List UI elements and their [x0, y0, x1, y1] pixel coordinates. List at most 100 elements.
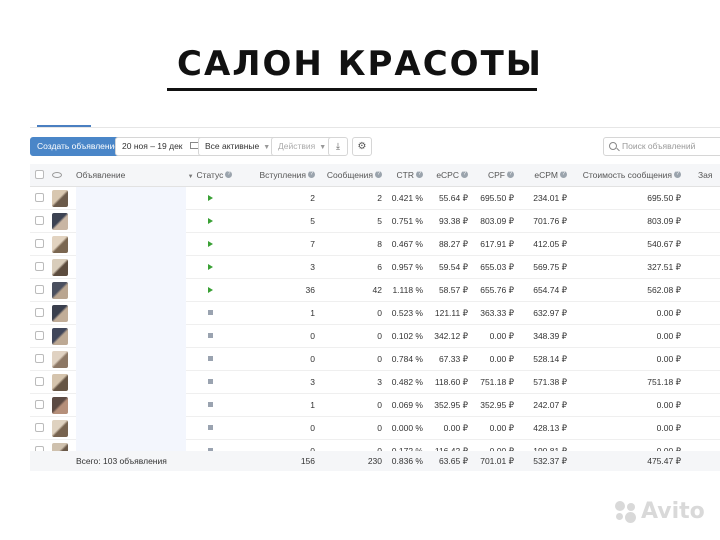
- table-row[interactable]: 2 2 0.421 % 55.64 ₽ 695.50 ₽ 234.01 ₽ 695.50 ₽: [30, 187, 720, 210]
- status-filter-select[interactable]: Все активные ▼: [198, 137, 278, 156]
- messages-cell: 0: [377, 423, 382, 433]
- cost-per-message-cell: 0.00 ₽: [656, 308, 681, 318]
- table-row[interactable]: 0 0 0.784 % 67.33 ₽ 0.00 ₽ 528.14 ₽ 0.00 ₽: [30, 348, 720, 371]
- settings-button[interactable]: ⚙: [352, 137, 372, 156]
- row-checkbox[interactable]: [35, 371, 45, 394]
- column-header-ecpm[interactable]: eCPM?: [517, 164, 567, 187]
- ad-name-redacted[interactable]: [76, 302, 186, 325]
- status-cell[interactable]: [180, 325, 240, 348]
- row-checkbox[interactable]: [35, 440, 45, 451]
- status-cell[interactable]: [180, 417, 240, 440]
- ad-thumbnail[interactable]: [52, 256, 70, 279]
- sort-arrow-icon: ▼: [187, 174, 194, 180]
- column-header-cpf[interactable]: CPF?: [471, 164, 514, 187]
- stopped-status-icon: [207, 402, 213, 408]
- row-checkbox[interactable]: [35, 210, 45, 233]
- ad-thumbnail[interactable]: [52, 348, 70, 371]
- row-checkbox[interactable]: [35, 417, 45, 440]
- stopped-status-icon: [207, 356, 213, 362]
- table-row[interactable]: 7 8 0.467 % 88.27 ₽ 617.91 ₽ 412.05 ₽ 540.67 ₽: [30, 233, 720, 256]
- search-placeholder: Поиск объявлений: [622, 141, 696, 151]
- status-cell[interactable]: [180, 394, 240, 417]
- ad-thumbnail[interactable]: [52, 440, 70, 451]
- search-input[interactable]: Поиск объявлений: [603, 137, 720, 156]
- row-checkbox[interactable]: [35, 394, 45, 417]
- status-cell[interactable]: [180, 233, 240, 256]
- status-cell[interactable]: [180, 302, 240, 325]
- cpf-cell: 803.09 ₽: [480, 216, 514, 226]
- row-checkbox[interactable]: [35, 233, 45, 256]
- row-checkbox[interactable]: [35, 187, 45, 210]
- ad-thumbnail[interactable]: [52, 417, 70, 440]
- table-row[interactable]: 0 0 0.000 % 0.00 ₽ 0.00 ₽ 428.13 ₽ 0.00 ₽: [30, 417, 720, 440]
- ad-thumbnail[interactable]: [52, 394, 70, 417]
- ad-image: [52, 236, 68, 253]
- ad-thumbnail[interactable]: [52, 187, 70, 210]
- status-cell[interactable]: [180, 279, 240, 302]
- actions-dropdown[interactable]: Действия ▼: [271, 137, 334, 156]
- table-row[interactable]: 1 0 0.523 % 121.11 ₽ 363.33 ₽ 632.97 ₽ 0.00 ₽: [30, 302, 720, 325]
- table-row[interactable]: 36 42 1.118 % 58.57 ₽ 655.76 ₽ 654.74 ₽ 562.08…: [30, 279, 720, 302]
- ad-name-redacted[interactable]: [76, 210, 186, 233]
- column-header-name[interactable]: Объявление: [76, 164, 186, 187]
- ad-name-redacted[interactable]: [76, 256, 186, 279]
- checkbox: [35, 400, 44, 410]
- status-cell[interactable]: [180, 371, 240, 394]
- row-checkbox[interactable]: [35, 279, 45, 302]
- column-header-cost-per-message[interactable]: Стоимость сообщения?: [570, 164, 681, 187]
- row-checkbox[interactable]: [35, 348, 45, 371]
- status-cell[interactable]: [180, 256, 240, 279]
- select-all-checkbox[interactable]: [35, 164, 45, 187]
- date-range-picker[interactable]: 20 ноя – 19 дек: [115, 137, 206, 156]
- ad-name-redacted[interactable]: [76, 417, 186, 440]
- ad-thumbnail[interactable]: [52, 233, 70, 256]
- ecpc-cell: 58.57 ₽: [438, 285, 468, 295]
- column-header-status[interactable]: ▼ Статус?: [180, 164, 240, 187]
- column-header-joins[interactable]: Вступления?: [255, 164, 315, 187]
- status-cell[interactable]: [180, 348, 240, 371]
- ad-thumbnail[interactable]: [52, 371, 70, 394]
- ecpm-cell: 190.81 ₽: [533, 446, 567, 451]
- table-row[interactable]: 5 5 0.751 % 93.38 ₽ 803.09 ₽ 701.76 ₽ 803.09 ₽: [30, 210, 720, 233]
- column-header-truncated[interactable]: Зая: [698, 164, 720, 187]
- row-checkbox[interactable]: [35, 302, 45, 325]
- column-header-messages[interactable]: Сообщения?: [320, 164, 382, 187]
- ad-name-redacted[interactable]: [76, 348, 186, 371]
- table-row[interactable]: 3 3 0.482 % 118.60 ₽ 751.18 ₽ 571.38 ₽ 751.18 …: [30, 371, 720, 394]
- ecpm-cell: 701.76 ₽: [533, 216, 567, 226]
- ad-thumbnail[interactable]: [52, 279, 70, 302]
- status-cell[interactable]: [180, 440, 240, 451]
- ad-name-redacted[interactable]: [76, 325, 186, 348]
- create-ad-button[interactable]: Создать объявление: [30, 137, 127, 156]
- table-row[interactable]: 1 0 0.069 % 352.95 ₽ 352.95 ₽ 242.07 ₽ 0.00 ₽: [30, 394, 720, 417]
- ad-name-redacted[interactable]: [76, 440, 186, 451]
- ad-name-redacted[interactable]: [76, 187, 186, 210]
- table-row[interactable]: 3 6 0.957 % 59.54 ₽ 655.03 ₽ 569.75 ₽ 327.51 ₽: [30, 256, 720, 279]
- ad-thumbnail[interactable]: [52, 325, 70, 348]
- row-checkbox[interactable]: [35, 325, 45, 348]
- ad-name-redacted[interactable]: [76, 394, 186, 417]
- totals-ecpc: 63.65 ₽: [438, 456, 468, 466]
- joins-cell: 0: [310, 331, 315, 341]
- checkbox: [35, 216, 44, 226]
- ad-thumbnail[interactable]: [52, 210, 70, 233]
- ad-name-redacted[interactable]: [76, 371, 186, 394]
- status-cell[interactable]: [180, 210, 240, 233]
- ad-name-redacted[interactable]: [76, 279, 186, 302]
- status-cell[interactable]: [180, 187, 240, 210]
- stopped-status-icon: [207, 310, 213, 316]
- ad-thumbnail[interactable]: [52, 302, 70, 325]
- column-header-ctr[interactable]: CTR?: [385, 164, 423, 187]
- column-header-ecpc[interactable]: eCPC?: [426, 164, 468, 187]
- ad-image: [52, 397, 68, 414]
- visibility-toggle[interactable]: [52, 164, 70, 187]
- table-row[interactable]: 0 0 0.102 % 342.12 ₽ 0.00 ₽ 348.39 ₽ 0.00 ₽: [30, 325, 720, 348]
- download-button[interactable]: ⤓: [328, 137, 348, 156]
- ecpm-cell: 632.97 ₽: [533, 308, 567, 318]
- totals-cost: 475.47 ₽: [647, 456, 681, 466]
- ad-name-redacted[interactable]: [76, 233, 186, 256]
- column-header-status-label: Статус: [196, 170, 224, 180]
- table-row[interactable]: 0 0 0.172 % 116.42 ₽ 0.00 ₽ 190.81 ₽ 0.00 ₽: [30, 440, 720, 451]
- row-checkbox[interactable]: [35, 256, 45, 279]
- joins-cell: 2: [310, 193, 315, 203]
